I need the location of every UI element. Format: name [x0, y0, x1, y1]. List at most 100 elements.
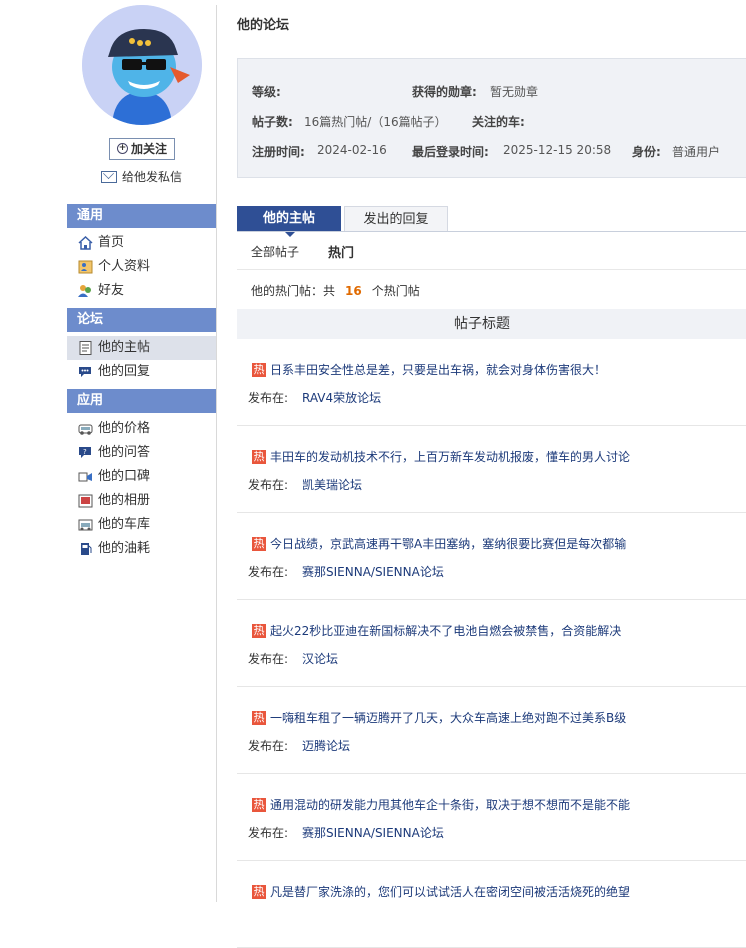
- envelope-icon: [101, 170, 117, 183]
- svg-text:?: ?: [83, 448, 87, 456]
- hot-badge: 热: [252, 797, 266, 812]
- fuel-icon: [81, 543, 92, 555]
- posted-in-label: 发布在:: [248, 391, 289, 405]
- sidebar-item-album[interactable]: 他的相册: [67, 489, 216, 513]
- tab-my-posts[interactable]: 他的主帖: [237, 206, 341, 237]
- garage-icon: [78, 519, 93, 531]
- posted-in-label: 发布在:: [248, 565, 289, 579]
- plus-icon: +: [116, 143, 128, 154]
- tabs-underline: [237, 231, 746, 232]
- posts-count-label: 帖子数:: [252, 115, 293, 129]
- subtab-all-posts[interactable]: 全部帖子: [251, 243, 299, 260]
- hot-badge: 热: [252, 536, 266, 551]
- section-header-general: 通用: [67, 204, 216, 228]
- sidebar-item-label: 他的油耗: [98, 541, 151, 556]
- post-title: 一嗨租车租了一辆迈腾开了几天，大众车高速上绝对跑不过美系B级: [270, 711, 627, 725]
- follow-button[interactable]: + 加关注: [109, 138, 175, 160]
- tab-my-replies[interactable]: 发出的回复: [344, 206, 448, 231]
- register-time-value: 2024-02-16: [317, 143, 387, 157]
- sidebar-item-label: 他的相册: [98, 493, 151, 508]
- sidebar-item-label: 他的车库: [98, 517, 151, 532]
- posted-in-label: 发布在:: [248, 478, 289, 492]
- post-title: 日系丰田安全性总是差，只要是出车祸，就会对身体伤害很大！: [270, 363, 607, 377]
- register-time-label: 注册时间:: [252, 145, 305, 159]
- post-title: 凡是替厂家洗涤的，您们可以试试活人在密闭空间被活活烧死的绝望: [270, 885, 631, 899]
- send-message-link[interactable]: 给他发私信: [101, 168, 182, 185]
- sidebar-divider: [216, 5, 217, 902]
- sidebar-item-profile[interactable]: 个人资料: [67, 255, 216, 279]
- post-title: 通用混动的研发能力甩其他车企十条街，取决于想不想而不是能不能: [270, 798, 631, 812]
- level-label: 等级:: [252, 85, 281, 99]
- sidebar-item-garage[interactable]: 他的车库: [67, 513, 216, 537]
- post-title-link[interactable]: 热起火22秒比亚迪在新国标解决不了电池自燃会被禁售，合资能解决: [252, 622, 621, 639]
- follow-label: 加关注: [130, 142, 167, 156]
- subtab-hot[interactable]: 热门: [328, 242, 354, 261]
- profile-icon: [78, 260, 93, 274]
- posted-in-label: 发布在:: [248, 739, 289, 753]
- post-title: 今日战绩，京武高速再干鄂A丰田塞纳，塞纳很要比赛但是每次都输: [270, 537, 627, 551]
- posted-in-label: 发布在:: [248, 652, 289, 666]
- page-title: 他的论坛: [237, 18, 290, 33]
- list-item: 热凡是替厂家洗涤的，您们可以试试活人在密闭空间被活活烧死的绝望: [237, 861, 746, 948]
- count-suffix: 个热门帖: [371, 284, 420, 298]
- sidebar-item-label: 首页: [98, 235, 125, 250]
- forum-link[interactable]: 迈腾论坛: [302, 737, 350, 754]
- sidebar-item-label: 他的主帖: [98, 340, 151, 355]
- posts-count-value: 16篇热门帖/（16篇帖子）: [304, 115, 447, 129]
- list-item: 热今日战绩，京武高速再干鄂A丰田塞纳，塞纳很要比赛但是每次都输发布在: 赛那SIE…: [237, 513, 746, 600]
- friends-icon: [78, 285, 91, 297]
- sidebar-item-label: 好友: [98, 283, 125, 298]
- send-message-label: 给他发私信: [122, 170, 183, 184]
- list-item: 热一嗨租车租了一辆迈腾开了几天，大众车高速上绝对跑不过美系B级发布在: 迈腾论坛: [237, 687, 746, 774]
- identity-label: 身份:: [632, 145, 661, 159]
- hot-badge: 热: [252, 362, 266, 377]
- sidebar-item-fuel[interactable]: 他的油耗: [67, 537, 216, 561]
- last-login-label: 最后登录时间:: [412, 145, 489, 159]
- hot-badge: 热: [252, 884, 266, 899]
- sidebar-item-my-posts[interactable]: 他的主帖: [67, 336, 216, 360]
- sidebar-item-label: 个人资料: [98, 259, 151, 274]
- sidebar-item-label: 他的价格: [98, 421, 151, 436]
- count-prefix: 他的热门帖：共: [251, 284, 336, 298]
- medal-label: 获得的勋章:: [412, 85, 477, 99]
- forum-link[interactable]: 赛那SIENNA/SIENNA论坛: [302, 563, 444, 580]
- followed-car-label: 关注的车:: [472, 115, 525, 129]
- sidebar-item-friends[interactable]: 好友: [67, 279, 216, 303]
- list-item: 热通用混动的研发能力甩其他车企十条街，取决于想不想而不是能不能发布在: 赛那SIE…: [237, 774, 746, 861]
- posted-in-label: 发布在:: [248, 826, 289, 840]
- sidebar-item-reviews[interactable]: 他的口碑: [67, 465, 216, 489]
- document-icon: [79, 341, 92, 355]
- hot-badge: 热: [252, 623, 266, 638]
- section-header-apps: 应用: [67, 389, 216, 413]
- sidebar-item-home[interactable]: 首页: [67, 231, 216, 255]
- section-header-forum: 论坛: [67, 308, 216, 332]
- post-title-link[interactable]: 热丰田车的发动机技术不行，上百万新车发动机报废，懂车的男人讨论: [252, 448, 630, 465]
- forum-link[interactable]: 汉论坛: [302, 650, 338, 667]
- forum-link[interactable]: 凯美瑞论坛: [302, 476, 362, 493]
- sidebar-item-label: 他的口碑: [98, 469, 151, 484]
- table-header-post-title: 帖子标题: [237, 309, 746, 339]
- post-title-link[interactable]: 热凡是替厂家洗涤的，您们可以试试活人在密闭空间被活活烧死的绝望: [252, 883, 630, 900]
- forum-link[interactable]: RAV4荣放论坛: [302, 389, 381, 406]
- sidebar-item-price[interactable]: 他的价格: [67, 417, 216, 441]
- post-title-link[interactable]: 热通用混动的研发能力甩其他车企十条街，取决于想不想而不是能不能: [252, 796, 630, 813]
- post-title: 起火22秒比亚迪在新国标解决不了电池自燃会被禁售，合资能解决: [270, 624, 622, 638]
- home-icon: [78, 236, 93, 250]
- list-item: 热丰田车的发动机技术不行，上百万新车发动机报废，懂车的男人讨论发布在: 凯美瑞论坛: [237, 426, 746, 513]
- sidebar-item-qa[interactable]: ? 他的问答: [67, 441, 216, 465]
- last-login-value: 2025-12-15 20:58: [503, 143, 612, 157]
- post-title-link[interactable]: 热日系丰田安全性总是差，只要是出车祸，就会对身体伤害很大！: [252, 361, 606, 378]
- post-title-link[interactable]: 热今日战绩，京武高速再干鄂A丰田塞纳，塞纳很要比赛但是每次都输: [252, 535, 626, 552]
- forum-link[interactable]: 赛那SIENNA/SIENNA论坛: [302, 824, 444, 841]
- hot-badge: 热: [252, 449, 266, 464]
- price-icon: [78, 424, 93, 435]
- hot-posts-count: 他的热门帖：共 16 个热门帖: [251, 282, 420, 299]
- question-icon: ?: [79, 447, 91, 458]
- review-icon: [78, 472, 92, 482]
- medal-value: 暂无勋章: [490, 85, 539, 99]
- post-title-link[interactable]: 热一嗨租车租了一辆迈腾开了几天，大众车高速上绝对跑不过美系B级: [252, 709, 626, 726]
- list-item: 热日系丰田安全性总是差，只要是出车祸，就会对身体伤害很大！ 发布在: RAV4荣放论…: [237, 339, 746, 426]
- avatar[interactable]: [82, 5, 202, 125]
- comment-icon: [79, 367, 91, 377]
- sidebar-item-my-replies[interactable]: 他的回复: [67, 360, 216, 384]
